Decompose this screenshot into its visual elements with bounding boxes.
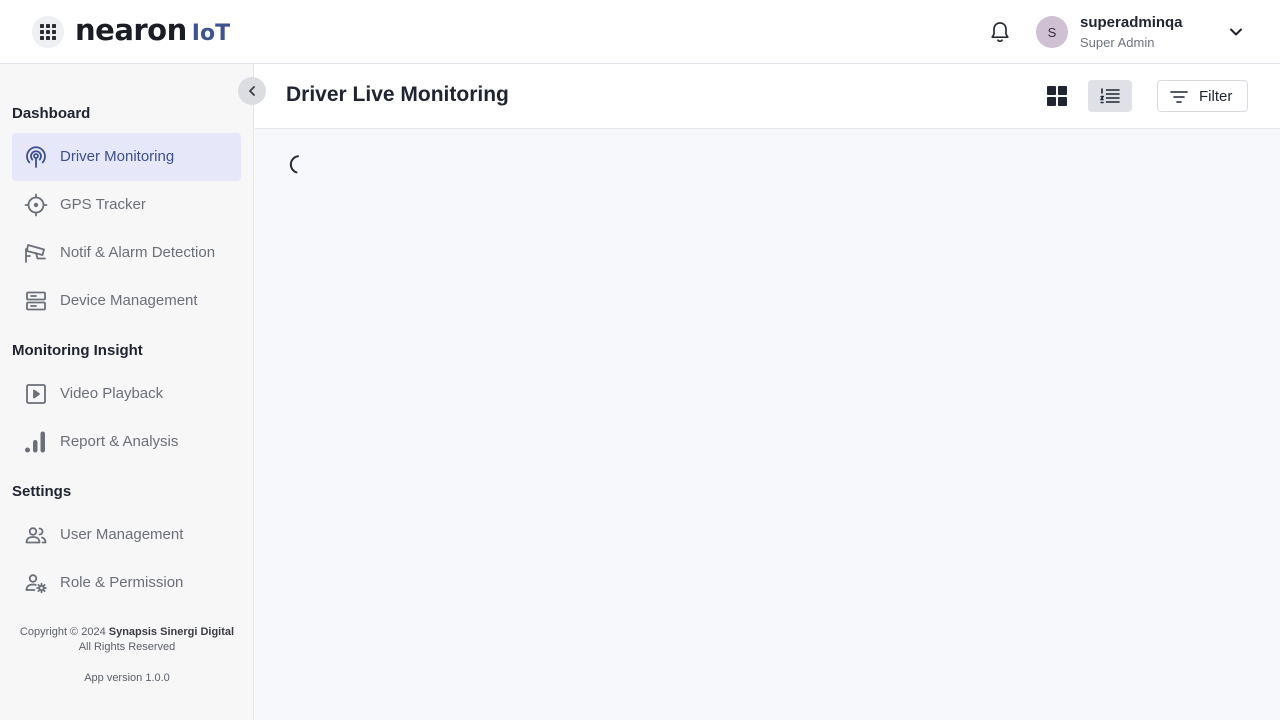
sidebar-item-label: Video Playback bbox=[60, 385, 164, 402]
bar-chart-icon bbox=[24, 430, 48, 454]
broadcast-icon bbox=[24, 145, 48, 169]
sidebar-item-label: Report & Analysis bbox=[60, 433, 179, 450]
sidebar-item-label: Role & Permission bbox=[60, 574, 184, 591]
sidebar-item-role-permission[interactable]: Role & Permission bbox=[12, 559, 241, 607]
user-menu-toggle[interactable] bbox=[1226, 22, 1246, 42]
sidebar-item-label: Device Management bbox=[60, 292, 198, 309]
user-name[interactable]: superadminqa bbox=[1080, 14, 1183, 31]
sidebar-section-monitoring-insight: Monitoring Insight bbox=[12, 342, 143, 359]
sidebar-section-settings: Settings bbox=[12, 483, 72, 500]
copyright-prefix: Copyright © 2024 bbox=[19, 626, 106, 638]
sidebar-item-video-playback[interactable]: Video Playback bbox=[12, 370, 241, 418]
user-avatar[interactable]: S bbox=[1036, 16, 1068, 48]
rights-reserved: All Rights Reserved bbox=[78, 641, 176, 653]
apps-grid-icon bbox=[40, 24, 56, 40]
loading-spinner-icon bbox=[289, 155, 299, 174]
sidebar: Dashboard Driver Monitoring GPS Tracker bbox=[0, 64, 254, 720]
sidebar-item-label: Notif & Alarm Detection bbox=[60, 244, 216, 261]
sidebar-copyright: Copyright © 2024 Synapsis Sinergi Digita… bbox=[0, 626, 254, 638]
page-title: Driver Live Monitoring bbox=[286, 83, 509, 106]
page-header: Driver Live Monitoring Filter bbox=[255, 64, 1280, 129]
filter-icon bbox=[1170, 91, 1188, 103]
users-icon bbox=[24, 523, 48, 547]
app-version: App version 1.0.0 bbox=[84, 672, 170, 684]
grid-view-button[interactable] bbox=[1036, 80, 1078, 112]
user-role: Super Admin bbox=[1080, 35, 1155, 50]
cctv-camera-icon bbox=[24, 241, 48, 265]
sidebar-item-user-management[interactable]: User Management bbox=[12, 511, 241, 559]
top-header: nearon IoT S superadminqa Super Admin bbox=[0, 0, 1280, 64]
sidebar-item-label: Driver Monitoring bbox=[60, 148, 175, 165]
sidebar-item-notif-alarm[interactable]: Notif & Alarm Detection bbox=[12, 229, 241, 277]
server-icon bbox=[24, 289, 48, 313]
sidebar-collapse-button[interactable] bbox=[238, 77, 266, 105]
sidebar-item-label: User Management bbox=[60, 526, 184, 543]
list-view-icon bbox=[1100, 88, 1120, 104]
logo-main-text: nearon bbox=[75, 13, 187, 47]
main-content: Driver Live Monitoring Filter bbox=[255, 64, 1280, 720]
sidebar-item-label: GPS Tracker bbox=[60, 196, 146, 213]
chevron-left-icon bbox=[249, 86, 255, 96]
user-gear-icon bbox=[24, 571, 48, 595]
sidebar-item-report-analysis[interactable]: Report & Analysis bbox=[12, 418, 241, 466]
filter-label: Filter bbox=[1199, 88, 1233, 105]
sidebar-item-device-management[interactable]: Device Management bbox=[12, 277, 241, 325]
grid-view-icon bbox=[1047, 86, 1067, 106]
sidebar-section-dashboard: Dashboard bbox=[12, 105, 91, 122]
sidebar-item-driver-monitoring[interactable]: Driver Monitoring bbox=[12, 133, 241, 181]
bell-icon bbox=[991, 22, 1009, 43]
filter-button[interactable]: Filter bbox=[1157, 80, 1248, 112]
play-square-icon bbox=[24, 382, 48, 406]
logo-sub-text: IoT bbox=[191, 21, 231, 46]
chevron-down-icon bbox=[1230, 28, 1242, 36]
list-view-button[interactable] bbox=[1088, 80, 1132, 112]
app-logo[interactable]: nearon IoT bbox=[75, 13, 230, 49]
crosshair-icon bbox=[24, 193, 48, 217]
apps-grid-button[interactable] bbox=[32, 16, 64, 48]
sidebar-item-gps-tracker[interactable]: GPS Tracker bbox=[12, 181, 241, 229]
company-name: Synapsis Sinergi Digital bbox=[108, 626, 235, 638]
notifications-button[interactable] bbox=[984, 16, 1016, 48]
